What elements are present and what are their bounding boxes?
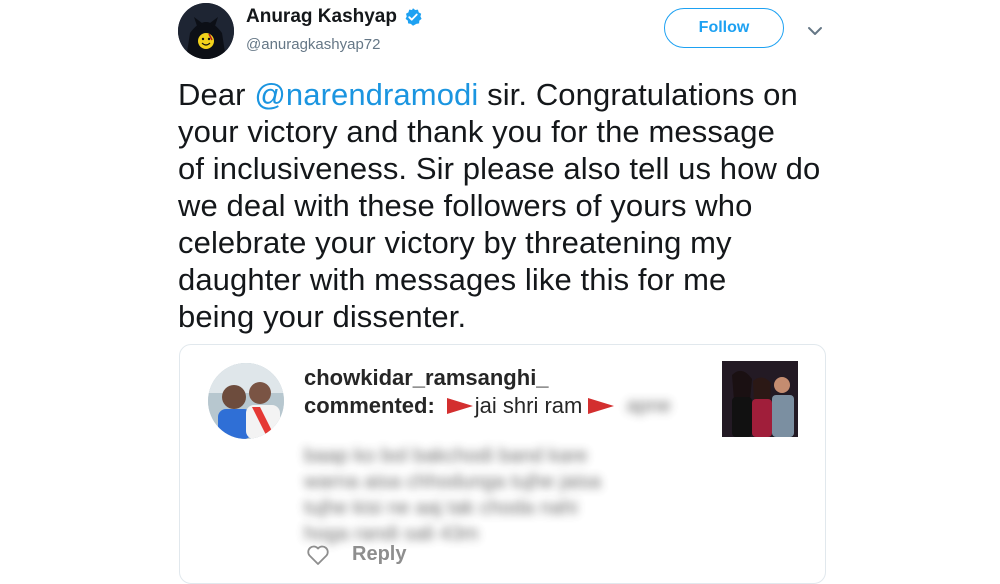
flag-icon <box>588 398 615 414</box>
post-photo-icon <box>722 361 798 437</box>
author-name-row: Anurag Kashyap <box>246 6 423 28</box>
heart-icon[interactable] <box>306 544 330 566</box>
tweet-line: your victory and thank you for the messa… <box>178 114 775 149</box>
reply-button[interactable]: Reply <box>352 543 406 566</box>
follow-button[interactable]: Follow <box>664 8 784 48</box>
chevron-down-icon[interactable] <box>806 22 824 40</box>
blurred-comment-text: warna aisa chhodunga tujhe jaisa <box>304 471 601 493</box>
author-avatar[interactable] <box>178 3 234 59</box>
tweet-line: of inclusiveness. Sir please also tell u… <box>178 151 821 186</box>
tweet-line: we deal with these followers of yours wh… <box>178 188 753 223</box>
commenter-photo-icon <box>208 363 284 439</box>
embedded-image-card[interactable]: chowkidar_ramsanghi_ commented: jai shri… <box>179 344 826 584</box>
tweet-line: daughter with messages like this for me <box>178 262 727 297</box>
commented-label: commented: <box>304 393 435 418</box>
commenter-avatar <box>208 363 284 439</box>
comment-actions: Reply <box>306 543 406 566</box>
tweet-line: Dear @narendramodi sir. Congratulations … <box>178 77 798 112</box>
blurred-comment-text: apne <box>626 394 671 417</box>
author-handle[interactable]: @anuragkashyap72 <box>246 36 381 53</box>
author-display-name[interactable]: Anurag Kashyap <box>246 6 397 28</box>
tweet-line: celebrate your victory by threatening my <box>178 225 732 260</box>
mention-link[interactable]: @narendramodi <box>254 77 478 112</box>
tweet-text: Dear @narendramodi sir. Congratulations … <box>178 76 838 335</box>
comment-line: commented: jai shri ram apne <box>304 393 671 419</box>
tweet-line: being your dissenter. <box>178 299 467 334</box>
batman-avatar-icon <box>178 3 234 59</box>
verified-badge-icon <box>405 8 422 26</box>
post-thumbnail <box>722 361 798 437</box>
comment-visible-text: jai shri ram <box>474 393 583 418</box>
blurred-comment-text: baap ko bol bakchodi band kare <box>304 445 588 467</box>
blurred-comment-text: tujhe kisi ne aaj tak choda nahi <box>304 497 578 519</box>
flag-icon <box>446 398 473 414</box>
commenter-username: chowkidar_ramsanghi_ <box>304 365 549 390</box>
